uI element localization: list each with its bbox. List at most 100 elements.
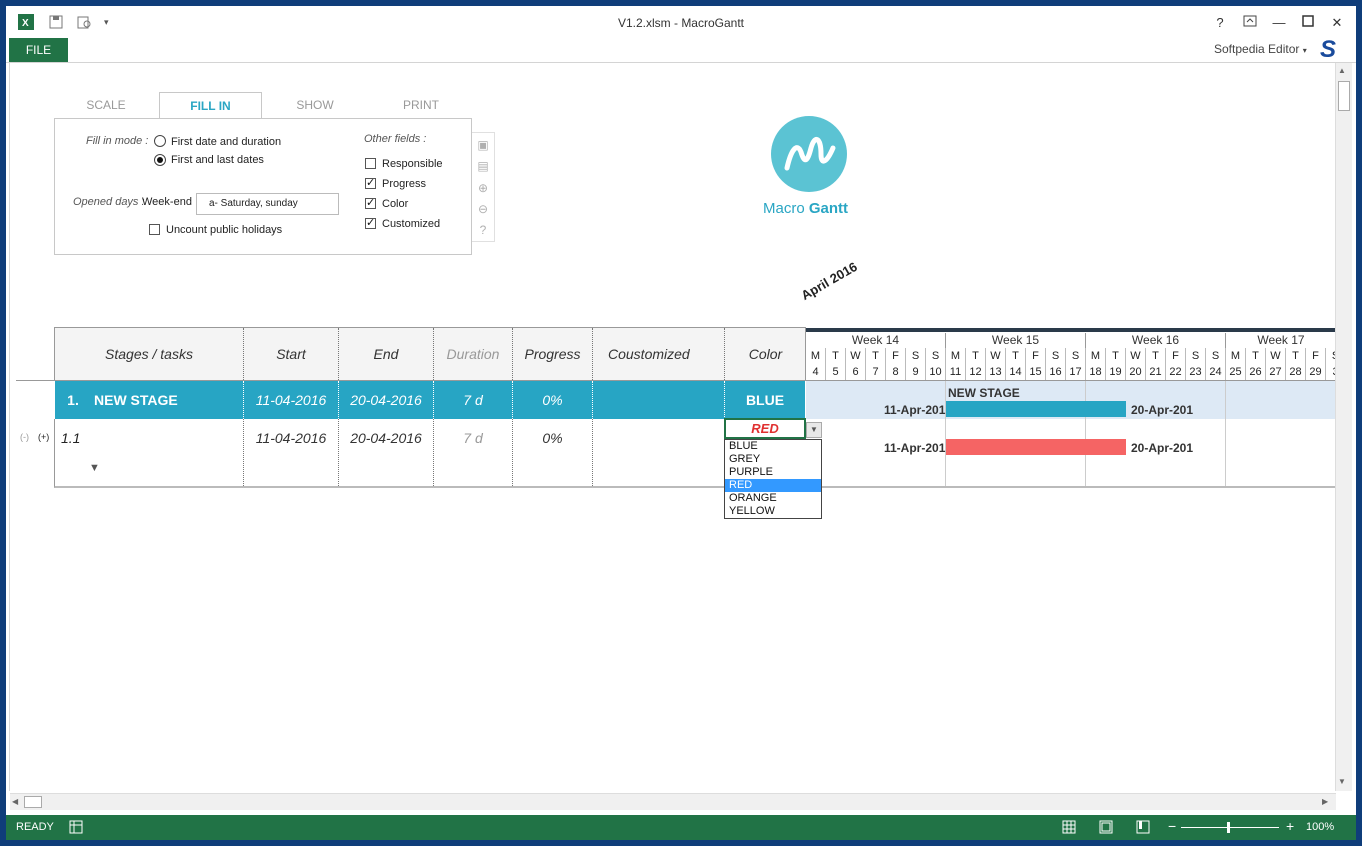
help-icon[interactable]: ? xyxy=(476,223,490,237)
excel-export-icon[interactable]: ▣ xyxy=(476,138,490,152)
expand-button[interactable]: (+) xyxy=(38,432,49,442)
task-color-cell[interactable]: RED xyxy=(724,418,806,439)
macro-record-icon[interactable] xyxy=(69,820,83,837)
fill-mode-label: Fill in mode : xyxy=(86,135,149,147)
day-letter: S xyxy=(1186,348,1206,364)
weekend-select[interactable]: a- Saturday, sunday xyxy=(196,193,339,215)
vertical-scrollbar[interactable]: ▲ ▼ xyxy=(1335,63,1352,791)
dropdown-option-selected[interactable]: RED xyxy=(725,479,821,492)
scroll-thumb[interactable] xyxy=(1338,81,1350,111)
page-layout-icon[interactable] xyxy=(1099,820,1113,837)
stage-name[interactable]: NEW STAGE xyxy=(94,381,244,419)
task-customized[interactable] xyxy=(593,419,725,486)
dropdown-option[interactable]: PURPLE xyxy=(725,466,821,479)
day-letter: M xyxy=(1086,348,1106,364)
task-progress[interactable]: 0% xyxy=(513,419,593,486)
day-letter: F xyxy=(1306,348,1326,364)
close-icon[interactable]: ✕ xyxy=(1328,15,1346,31)
stage-progress[interactable]: 0% xyxy=(513,381,593,419)
week-header: Week 14 xyxy=(806,333,946,348)
tab-show[interactable]: SHOW xyxy=(276,92,354,118)
excel-window: X ▾ V1.2.xlsm - MacroGantt ? — ✕ FILE So… xyxy=(6,6,1356,840)
stage-end[interactable]: 20-04-2016 xyxy=(339,381,434,419)
maximize-icon[interactable] xyxy=(1299,15,1317,31)
task-end[interactable]: 20-04-2016 xyxy=(339,419,434,486)
header-duration: Duration xyxy=(434,328,513,380)
stage-bar[interactable] xyxy=(946,401,1126,417)
scroll-up-icon[interactable]: ▲ xyxy=(1338,66,1346,75)
dropdown-option[interactable]: GREY xyxy=(725,453,821,466)
task-duration[interactable]: 7 d xyxy=(434,419,513,486)
day-number: 26 xyxy=(1246,364,1266,380)
zoom-out-icon[interactable]: − xyxy=(1168,818,1176,834)
uncount-holidays-checkbox[interactable] xyxy=(149,224,160,235)
stage-start[interactable]: 11-04-2016 xyxy=(244,381,339,419)
scroll-right-icon[interactable]: ▶ xyxy=(1322,797,1328,806)
progress-label: Progress xyxy=(382,178,427,190)
minimize-icon[interactable]: — xyxy=(1270,15,1288,31)
day-number: 18 xyxy=(1086,364,1106,380)
day-letter: T xyxy=(866,348,886,364)
file-tab[interactable]: FILE xyxy=(9,38,68,62)
task-bar-start: 11-Apr-201 xyxy=(884,441,946,455)
scroll-thumb[interactable] xyxy=(24,796,42,808)
page-break-icon[interactable] xyxy=(1136,820,1150,837)
day-number: 13 xyxy=(986,364,1006,380)
day-number: 29 xyxy=(1306,364,1326,380)
day-letter: W xyxy=(986,348,1006,364)
scroll-down-icon[interactable]: ▼ xyxy=(1338,777,1346,786)
stage-number: 1. xyxy=(67,392,79,408)
normal-view-icon[interactable] xyxy=(1062,820,1076,837)
task-start[interactable]: 11-04-2016 xyxy=(244,419,339,486)
tab-print[interactable]: PRINT xyxy=(381,92,461,118)
ribbon-display-icon[interactable] xyxy=(1241,15,1259,31)
zoom-in-icon[interactable]: + xyxy=(1286,818,1294,834)
dropdown-option[interactable]: YELLOW xyxy=(725,505,821,518)
status-bar: READY − + 100% xyxy=(6,815,1356,840)
color-label: Color xyxy=(382,198,409,210)
day-letter: S xyxy=(1206,348,1226,364)
stage-color[interactable]: BLUE xyxy=(725,381,805,419)
tab-scale[interactable]: SCALE xyxy=(66,92,146,118)
stage-duration[interactable]: 7 d xyxy=(434,381,513,419)
zoom-in-icon[interactable]: ⊕ xyxy=(476,181,490,195)
task-bar[interactable] xyxy=(946,439,1126,455)
weekend-label: Week-end xyxy=(142,196,192,208)
opened-days-label: Opened days : xyxy=(73,196,145,208)
dropdown-option[interactable]: ORANGE xyxy=(725,492,821,505)
save-icon[interactable]: ▤ xyxy=(476,159,490,173)
mode-first-date-duration-radio[interactable] xyxy=(154,135,166,147)
dropdown-arrow-icon[interactable]: ▼ xyxy=(806,422,822,438)
task-stages-cell xyxy=(55,419,244,486)
responsible-checkbox[interactable] xyxy=(365,158,376,169)
zoom-out-icon[interactable]: ⊖ xyxy=(476,202,490,216)
stage-customized[interactable] xyxy=(593,381,725,419)
color-checkbox[interactable]: ✓ xyxy=(365,198,376,209)
week-header: Week 17 xyxy=(1257,333,1305,347)
mode-option-label: First date and duration xyxy=(171,136,282,148)
day-number: 19 xyxy=(1106,364,1126,380)
collapse-button[interactable]: (-) xyxy=(20,432,29,442)
user-name[interactable]: Softpedia Editor ▾ xyxy=(1214,42,1307,56)
scroll-left-icon[interactable]: ◀ xyxy=(12,797,18,806)
day-number: 20 xyxy=(1126,364,1146,380)
horizontal-scrollbar[interactable]: ◀ ▶ xyxy=(10,793,1336,810)
day-letter: F xyxy=(1166,348,1186,364)
mode-first-last-dates-radio[interactable] xyxy=(154,154,166,166)
zoom-slider[interactable] xyxy=(1181,827,1279,828)
day-number: 8 xyxy=(886,364,906,380)
help-icon[interactable]: ? xyxy=(1211,15,1229,31)
progress-checkbox[interactable]: ✓ xyxy=(365,178,376,189)
customized-checkbox[interactable]: ✓ xyxy=(365,218,376,229)
macrogantt-logo-text: Macro Gantt xyxy=(763,200,848,217)
tab-fill-in[interactable]: FILL IN xyxy=(159,92,262,118)
task-bar-end: 20-Apr-201 xyxy=(1131,441,1194,455)
dropdown-option[interactable]: BLUE xyxy=(725,440,821,453)
zoom-level[interactable]: 100% xyxy=(1306,821,1334,833)
color-dropdown-list: BLUE GREY PURPLE RED ORANGE YELLOW xyxy=(724,439,822,519)
day-letter: S xyxy=(926,348,946,364)
status-ready: READY xyxy=(16,821,54,833)
chevron-down-icon: ▾ xyxy=(1302,46,1307,55)
zoom-slider-thumb[interactable] xyxy=(1227,822,1230,833)
title-bar: X ▾ V1.2.xlsm - MacroGantt ? — ✕ xyxy=(6,6,1356,38)
